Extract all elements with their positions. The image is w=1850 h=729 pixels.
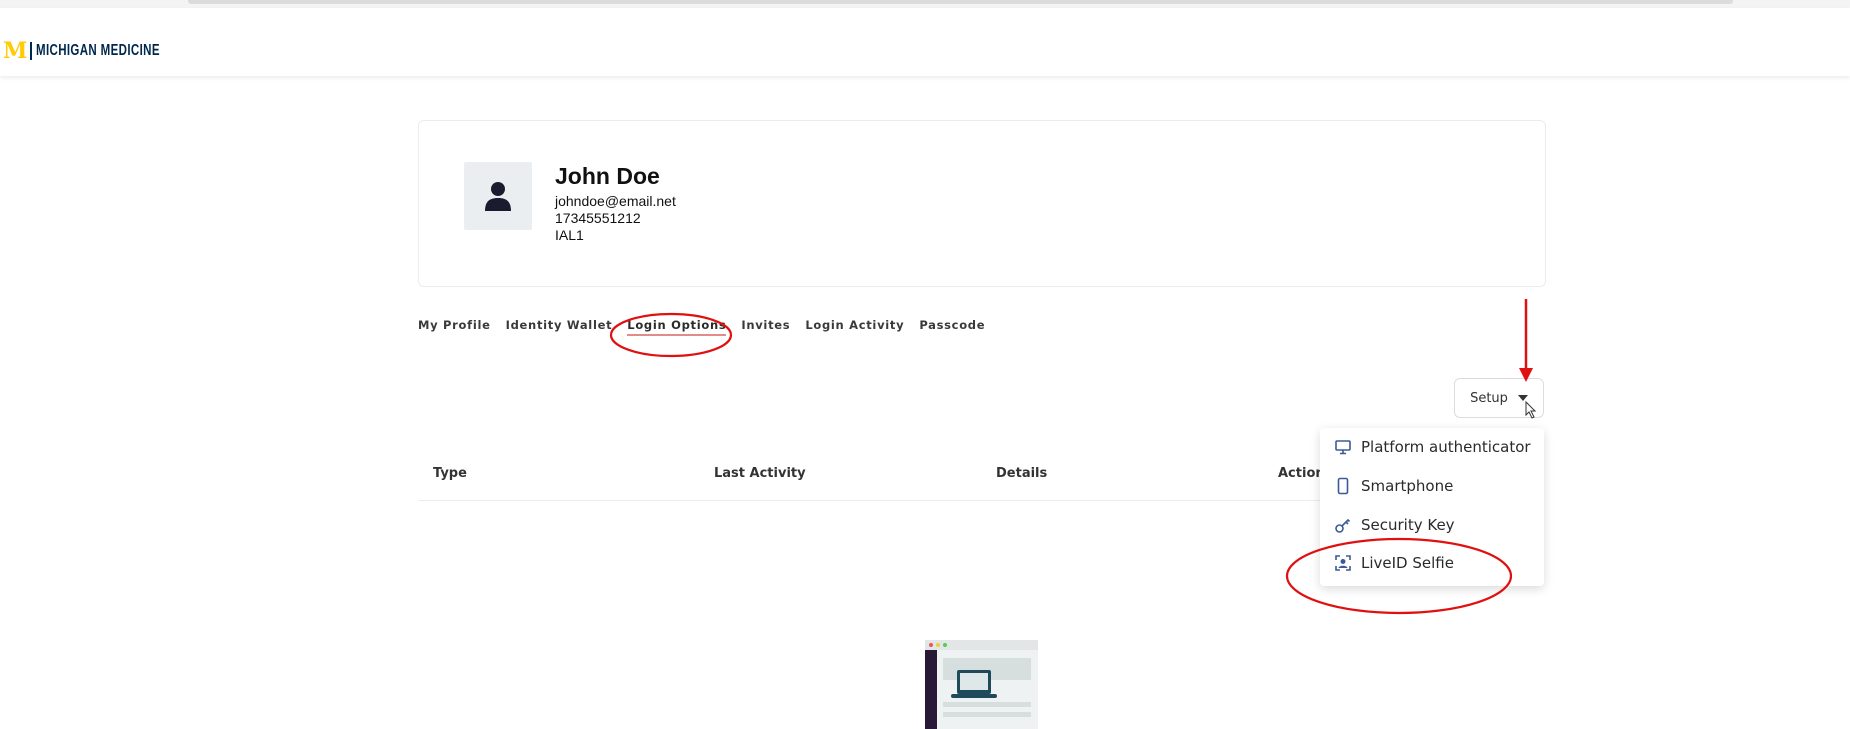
setup-button-label: Setup <box>1470 390 1508 406</box>
column-header-last-activity: Last Activity <box>714 466 806 481</box>
menu-item-liveid-selfie[interactable]: LiveID Selfie <box>1334 554 1454 572</box>
annotation-overlay <box>609 299 1537 615</box>
monitor-icon <box>1335 440 1351 455</box>
avatar <box>464 162 532 230</box>
menu-item-label: Smartphone <box>1361 477 1454 495</box>
profile-name: John Doe <box>555 163 660 189</box>
setup-dropdown-button[interactable]: Setup <box>1454 378 1544 418</box>
menu-item-smartphone[interactable]: Smartphone <box>1334 477 1453 495</box>
user-icon <box>485 182 511 211</box>
setup-dropdown-menu: Platform authenticator Smartphone Securi… <box>1320 428 1544 586</box>
tab-login-activity[interactable]: Login Activity <box>805 318 904 336</box>
menu-item-platform-authenticator[interactable]: Platform authenticator <box>1334 438 1531 456</box>
site-header: M MICHIGAN MEDICINE <box>0 8 1850 76</box>
profile-assurance-level: IAL1 <box>555 227 584 243</box>
menu-item-label: Platform authenticator <box>1361 438 1531 456</box>
column-header-details: Details <box>996 466 1048 481</box>
tab-identity-wallet[interactable]: Identity Wallet <box>506 318 613 336</box>
tab-passcode[interactable]: Passcode <box>919 318 985 336</box>
horizontal-scrollbar[interactable] <box>188 0 1733 4</box>
profile-phone: 17345551212 <box>555 210 641 226</box>
profile-tabs: My Profile Identity Wallet Login Options… <box>418 318 985 336</box>
chevron-down-icon <box>1517 395 1528 401</box>
key-icon <box>1335 518 1351 533</box>
column-header-action: Action <box>1278 466 1325 481</box>
tab-invites[interactable]: Invites <box>741 318 790 336</box>
logo-divider <box>30 42 33 60</box>
menu-item-label: Security Key <box>1361 516 1455 534</box>
michigan-medicine-logo[interactable]: M MICHIGAN MEDICINE <box>3 38 208 64</box>
profile-card: John Doe johndoe@email.net 17345551212 I… <box>418 120 1546 287</box>
column-header-type: Type <box>433 466 467 481</box>
menu-item-security-key[interactable]: Security Key <box>1334 516 1455 534</box>
profile-email: johndoe@email.net <box>555 193 676 209</box>
logo-mark: M <box>3 38 27 64</box>
face-scan-icon <box>1335 555 1351 571</box>
menu-item-label: LiveID Selfie <box>1361 554 1454 572</box>
tab-login-options[interactable]: Login Options <box>627 318 727 336</box>
logo-text: MICHIGAN MEDICINE <box>36 42 161 59</box>
empty-state-laptop-illustration <box>925 640 1038 729</box>
smartphone-icon <box>1337 477 1349 495</box>
tab-my-profile[interactable]: My Profile <box>418 318 491 336</box>
